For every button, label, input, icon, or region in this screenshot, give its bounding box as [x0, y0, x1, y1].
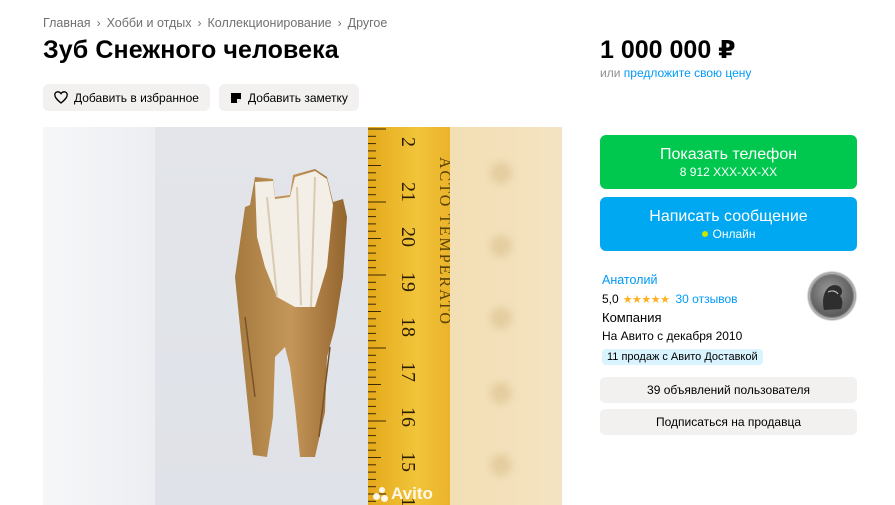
user-ads-button[interactable]: 39 объявлений пользователя	[600, 377, 857, 403]
ruler-number: 19	[397, 272, 419, 292]
online-status: Онлайн	[701, 226, 756, 242]
show-phone-button[interactable]: Показать телефон 8 912 XXX-XX-XX	[600, 135, 857, 189]
seller-avatar[interactable]	[808, 272, 856, 320]
breadcrumb-separator: ›	[96, 16, 101, 30]
add-note-button[interactable]: Добавить заметку	[218, 84, 359, 111]
seller-rating: 5,0 ★★★★★ 30 отзывов	[602, 292, 763, 306]
seller-type: Компания	[602, 310, 662, 325]
phone-number: 8 912 XXX-XX-XX	[679, 164, 778, 179]
watermark: Avito	[373, 484, 433, 504]
ruler-number: 18	[397, 317, 419, 337]
online-dot-icon	[701, 231, 708, 237]
show-phone-label: Показать телефон	[659, 145, 798, 163]
rating-stars-icon: ★★★★★	[622, 293, 670, 306]
price: 1 000 000 ₽	[600, 36, 736, 64]
breadcrumb-separator: ›	[337, 16, 342, 30]
ruler-brand-text: ACTO TEMPERATO	[436, 157, 450, 326]
rating-value: 5,0	[602, 292, 619, 306]
send-message-button[interactable]: Написать сообщение Онлайн	[600, 197, 857, 251]
breadcrumb-separator: ›	[197, 16, 202, 30]
send-message-label: Написать сообщение	[649, 207, 808, 225]
ruler-number: 15	[397, 452, 419, 472]
breadcrumb-item-hobby[interactable]: Хобби и отдых	[107, 16, 192, 30]
watermark-text: Avito	[391, 484, 433, 503]
page-title: Зуб Снежного человека	[43, 36, 339, 64]
seller-name-link[interactable]: Анатолий	[602, 273, 763, 287]
ruler-number: 2	[397, 137, 419, 147]
breadcrumb-item-other[interactable]: Другое	[348, 16, 388, 30]
ruler-number: 20	[397, 227, 419, 247]
price-offer-line: или предложите свою цену	[600, 66, 751, 80]
tooth-image	[235, 169, 347, 457]
ruler-number: 17	[397, 362, 419, 382]
note-icon	[230, 92, 242, 104]
breadcrumb-item-home[interactable]: Главная	[43, 16, 91, 30]
add-note-label: Добавить заметку	[247, 90, 348, 105]
reviews-link[interactable]: 30 отзывов	[676, 292, 738, 306]
offer-price-link[interactable]: предложите свою цену	[624, 66, 752, 80]
breadcrumb: Главная › Хобби и отдых › Коллекциониров…	[43, 16, 387, 30]
seller-since: На Авито с декабря 2010	[602, 329, 743, 343]
avito-logo-icon	[373, 486, 388, 502]
delivery-badge: 11 продаж с Авито Доставкой	[602, 349, 763, 365]
subscribe-seller-button[interactable]: Подписаться на продавца	[600, 409, 857, 435]
add-to-favorites-button[interactable]: Добавить в избранное	[43, 84, 210, 111]
price-or-text: или	[600, 66, 621, 80]
ruler-number: 21	[397, 182, 419, 202]
breadcrumb-item-collecting[interactable]: Коллекционирование	[207, 16, 331, 30]
seller-info: Анатолий 5,0 ★★★★★ 30 отзывов Компания Н…	[602, 273, 763, 365]
add-to-favorites-label: Добавить в избранное	[74, 90, 199, 105]
listing-photo[interactable]: 22120191817161514 ACTO TEMPERATO Avito	[43, 127, 562, 505]
listing-actions: Добавить в избранное Добавить заметку	[43, 84, 359, 111]
coin-avatar-icon	[810, 274, 854, 318]
ruler-number: 16	[397, 407, 419, 427]
online-status-text: Онлайн	[712, 226, 756, 241]
heart-icon	[54, 91, 68, 104]
